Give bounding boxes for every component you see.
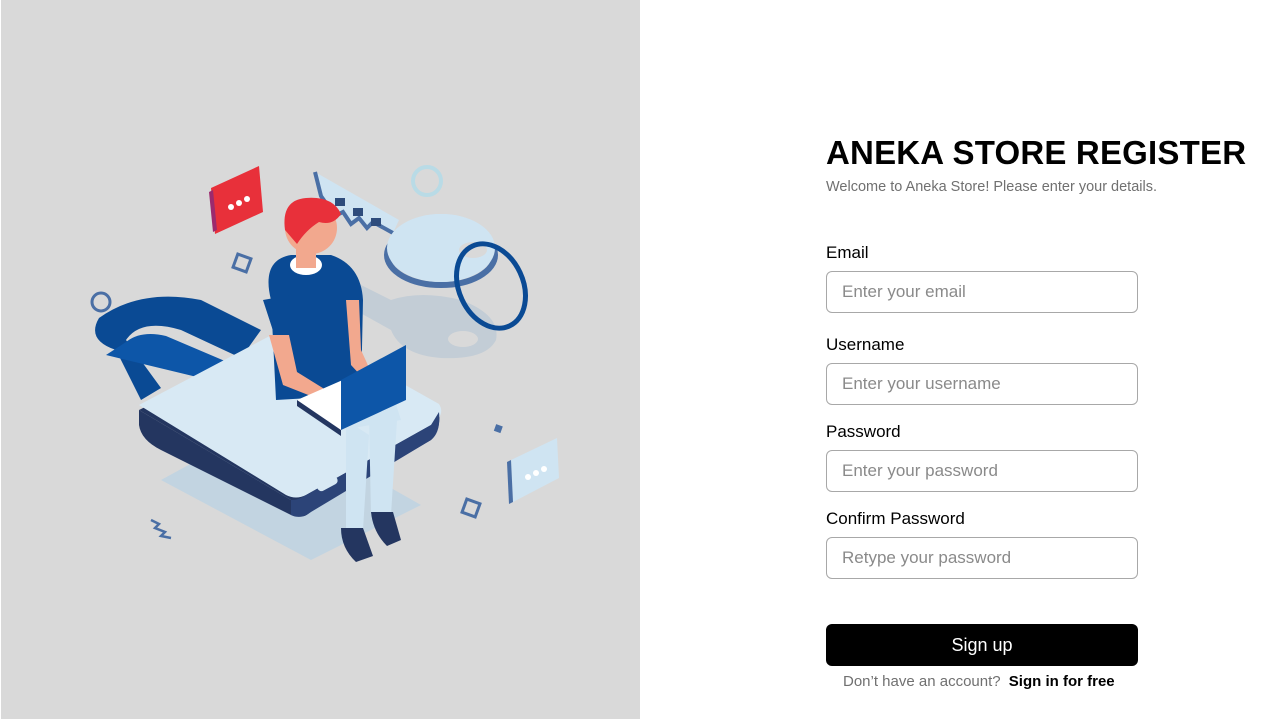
confirm-password-label: Confirm Password — [826, 509, 965, 528]
illustration-panel — [1, 0, 640, 719]
sign-in-prompt: Don’t have an account? — [843, 673, 1001, 690]
sign-up-button[interactable]: Sign up — [826, 624, 1138, 666]
chat-bubble-icon — [209, 166, 263, 234]
circle-decoration — [90, 291, 112, 313]
password-label: Password — [826, 422, 901, 441]
register-page: ANEKA STORE REGISTER Welcome to Aneka St… — [0, 0, 1280, 720]
square-decoration — [460, 497, 482, 519]
zigzag-decoration — [150, 518, 172, 540]
sign-in-row: Don’t have an account? Sign in for free — [843, 673, 1115, 690]
circle-decoration — [411, 165, 443, 197]
key-shadow-hole — [448, 331, 478, 347]
confirm-password-field[interactable] — [826, 537, 1138, 579]
sign-in-link[interactable]: Sign in for free — [1009, 673, 1115, 690]
square-decoration — [231, 252, 253, 274]
username-field[interactable] — [826, 363, 1138, 405]
register-panel: ANEKA STORE REGISTER Welcome to Aneka St… — [640, 0, 1280, 720]
page-subtitle: Welcome to Aneka Store! Please enter you… — [826, 179, 1157, 195]
square-decoration — [493, 424, 503, 434]
email-label: Email — [826, 243, 869, 262]
page-title: ANEKA STORE REGISTER — [826, 134, 1247, 171]
password-field[interactable] — [826, 450, 1138, 492]
security-illustration — [90, 165, 559, 562]
email-field[interactable] — [826, 271, 1138, 313]
username-label: Username — [826, 335, 905, 354]
chat-bubble-icon — [507, 438, 559, 504]
